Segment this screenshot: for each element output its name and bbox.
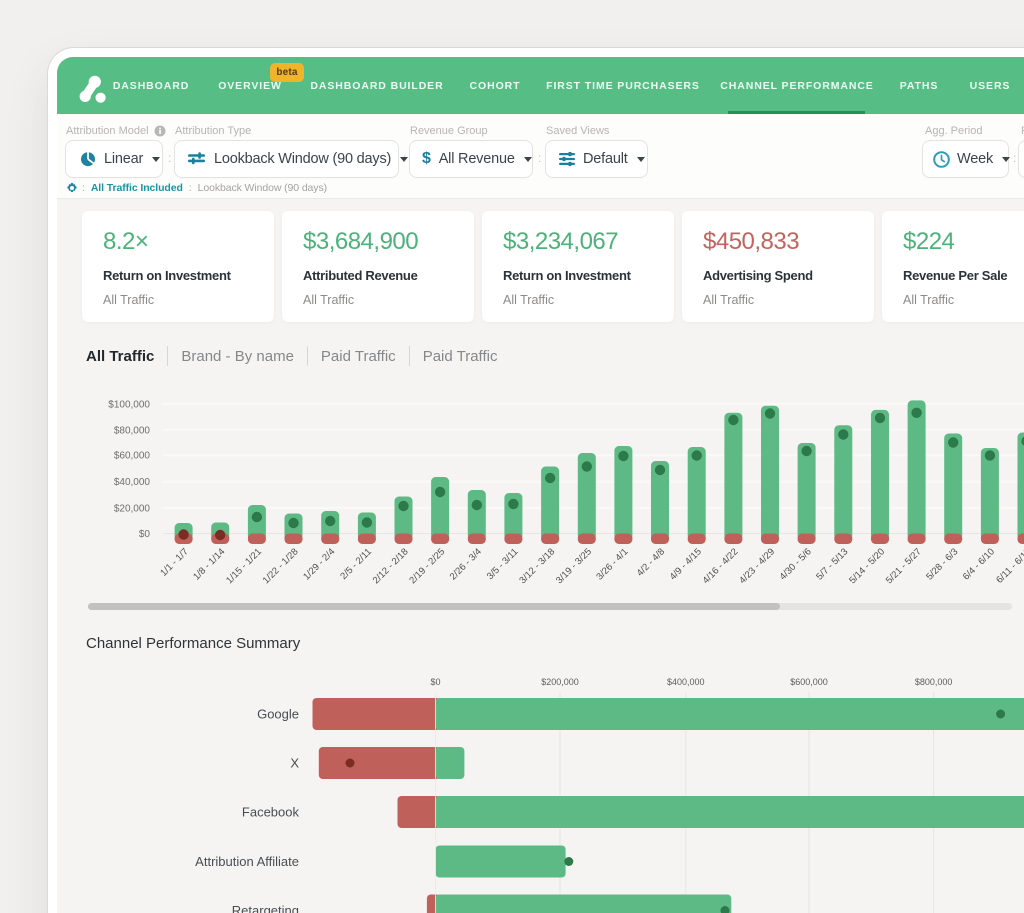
svg-text:Google: Google [257, 707, 299, 722]
svg-text:4/23 - 4/29: 4/23 - 4/29 [737, 546, 777, 586]
svg-text:$0: $0 [139, 529, 151, 540]
svg-text:5/14 - 5/20: 5/14 - 5/20 [847, 546, 887, 586]
svg-text:4/30 - 5/6: 4/30 - 5/6 [778, 546, 814, 582]
svg-text:2/19 - 2/25: 2/19 - 2/25 [407, 546, 447, 586]
svg-text:Retargeting: Retargeting [232, 903, 299, 913]
svg-text:Facebook: Facebook [242, 805, 300, 820]
svg-text:$800,000: $800,000 [915, 677, 953, 687]
svg-text:$100,000: $100,000 [108, 399, 150, 410]
svg-text:$80,000: $80,000 [114, 425, 151, 436]
svg-text:3/12 - 3/18: 3/12 - 3/18 [517, 546, 557, 586]
svg-text:4/2 - 4/8: 4/2 - 4/8 [635, 546, 667, 578]
svg-text:$0: $0 [430, 677, 440, 687]
svg-text:2/26 - 3/4: 2/26 - 3/4 [448, 546, 484, 582]
svg-text:6/4 - 6/10: 6/4 - 6/10 [961, 546, 997, 582]
svg-text:1/29 - 2/4: 1/29 - 2/4 [301, 546, 337, 582]
svg-text:$200,000: $200,000 [541, 677, 579, 687]
svg-text:$40,000: $40,000 [114, 477, 151, 488]
svg-text:4/16 - 4/22: 4/16 - 4/22 [701, 546, 741, 586]
svg-text:X: X [290, 756, 299, 771]
svg-text:Attribution Affiliate: Attribution Affiliate [195, 854, 299, 869]
svg-text:$600,000: $600,000 [790, 677, 828, 687]
svg-text:1/8 - 1/14: 1/8 - 1/14 [191, 546, 227, 582]
svg-text:5/21 - 5/27: 5/21 - 5/27 [884, 546, 924, 586]
svg-text:4/9 - 4/15: 4/9 - 4/15 [668, 546, 704, 582]
svg-text:$60,000: $60,000 [114, 451, 151, 462]
svg-text:3/26 - 4/1: 3/26 - 4/1 [594, 546, 630, 582]
svg-text:2/12 - 2/18: 2/12 - 2/18 [371, 546, 411, 586]
svg-text:1/22 - 1/28: 1/22 - 1/28 [261, 546, 301, 586]
svg-text:5/7 - 5/13: 5/7 - 5/13 [814, 546, 850, 582]
svg-text:3/5 - 3/11: 3/5 - 3/11 [485, 546, 521, 582]
svg-text:$400,000: $400,000 [667, 677, 705, 687]
svg-text:1/1 - 1/7: 1/1 - 1/7 [158, 546, 190, 578]
svg-text:6/11 - 6/17: 6/11 - 6/17 [994, 546, 1024, 585]
svg-text:1/15 - 1/21: 1/15 - 1/21 [224, 546, 264, 586]
svg-text:$20,000: $20,000 [114, 503, 151, 514]
svg-text:2/5 - 2/11: 2/5 - 2/11 [338, 546, 374, 582]
svg-text:5/28 - 6/3: 5/28 - 6/3 [924, 546, 960, 582]
svg-text:3/19 - 3/25: 3/19 - 3/25 [554, 546, 594, 586]
